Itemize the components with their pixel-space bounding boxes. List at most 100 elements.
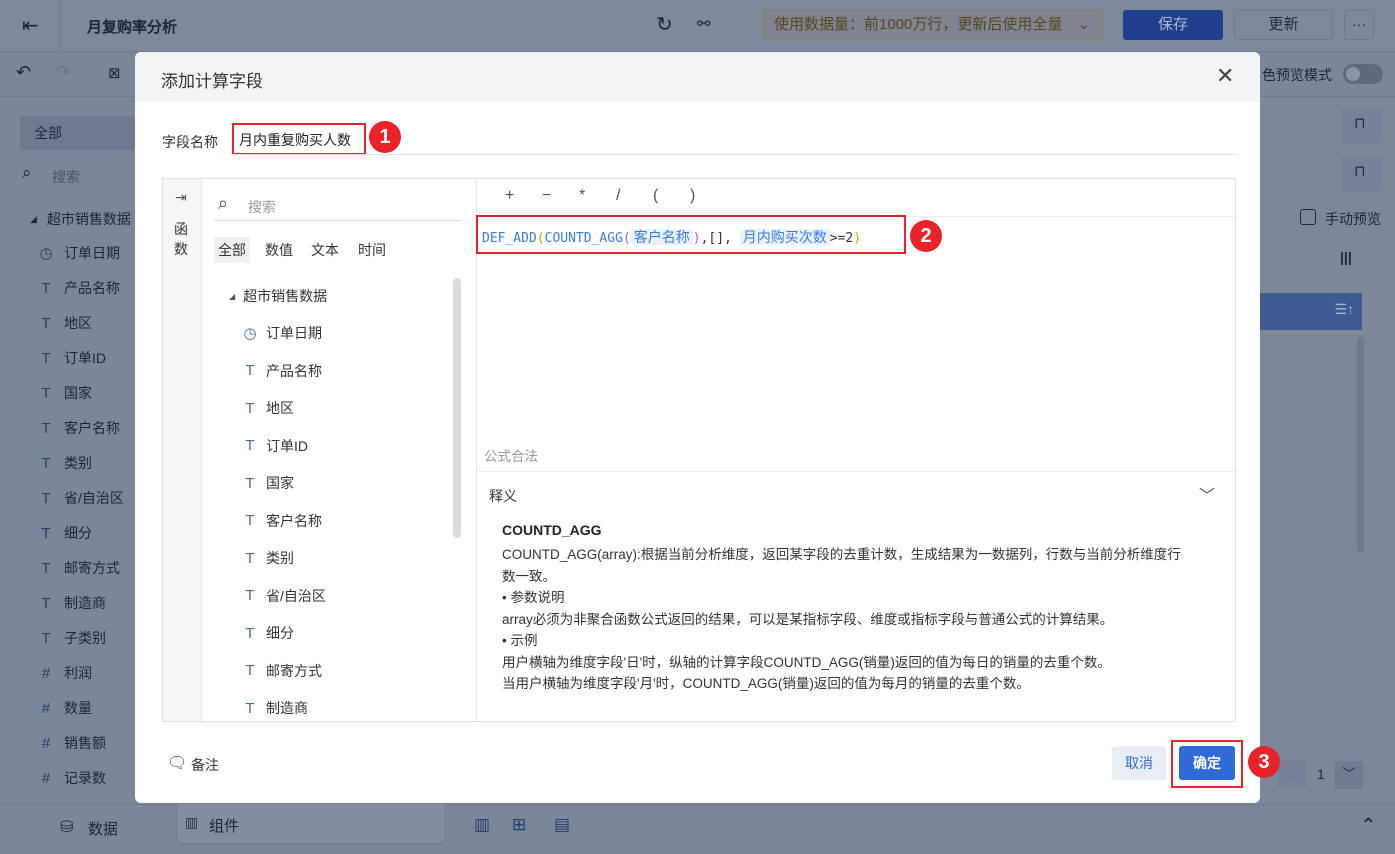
field-item[interactable]: ◷ 订单日期 (242, 323, 322, 343)
data-volume-dropdown[interactable]: 使用数据量：前1000万行，更新后使用全量 ⌄ (763, 10, 1103, 40)
collapse-icon[interactable]: ⌃ (1360, 813, 1377, 838)
field-item[interactable]: T 制造商 (38, 593, 106, 613)
field-list-panel: ⌕ 搜索 全部 数值 文本 时间 ◢ 超市销售数据 ◷ 订单日期 T 产品名称 T 地区 T 订… (202, 179, 477, 721)
filter-tab-all[interactable]: 全部 (214, 237, 250, 263)
field-item[interactable]: T 细分 (38, 523, 92, 543)
page-up-button[interactable]: ︿ (1278, 761, 1306, 789)
filter-tab-number[interactable]: 数值 (261, 237, 297, 263)
text-field-icon: T (245, 699, 255, 717)
field-item[interactable]: T 类别 (242, 548, 294, 568)
filter-tab-time[interactable]: 时间 (354, 237, 390, 263)
note-icon[interactable]: 🗨︎ (167, 753, 187, 773)
database-icon: ⛁ (60, 819, 74, 836)
field-name-input[interactable]: 月内重复购买人数 (232, 123, 366, 155)
field-item[interactable]: T 类别 (38, 453, 92, 473)
field-item[interactable]: # 利润 (38, 663, 92, 683)
field-search-input[interactable]: ⌕ 搜索 (214, 193, 462, 221)
toolbox-button-2[interactable]: ⊓ (1342, 155, 1382, 191)
redo-icon[interactable]: ↷ (56, 62, 71, 83)
field-item[interactable]: T 国家 (38, 383, 92, 403)
table-header-row: ☰↑ (1260, 293, 1362, 330)
sort-icon[interactable]: ☰↑ (1334, 301, 1354, 318)
field-list-scrollbar[interactable] (453, 278, 461, 538)
field-item[interactable]: T 细分 (242, 623, 294, 643)
component-tab[interactable]: ▥ 组件 (176, 804, 446, 844)
field-label: 地区 (266, 400, 294, 416)
search-icon: ⌕ (218, 193, 229, 213)
confirm-button[interactable]: 确定 (1179, 746, 1235, 780)
column-width-icon[interactable]: ||| (1340, 249, 1352, 265)
text-field-icon: T (41, 454, 51, 472)
tab-all[interactable]: 全部 (20, 116, 135, 150)
number-field-icon: # (41, 664, 51, 682)
field-item[interactable]: T 子类别 (38, 628, 106, 648)
operator-button[interactable]: − (542, 187, 551, 205)
right-panel: ⊓ ⊓ 手动预览 ||| ☰↑ ︿ 1 ﹀ (1260, 97, 1395, 804)
operator-button[interactable]: + (505, 187, 514, 205)
operator-button[interactable]: * (579, 187, 585, 205)
add-chart-icon[interactable]: ▥ (474, 815, 490, 835)
field-item[interactable]: T 制造商 (242, 698, 308, 718)
field-item[interactable]: T 客户名称 (38, 418, 120, 438)
field-item[interactable]: T 省/自治区 (242, 586, 325, 606)
field-item[interactable]: # 记录数 (38, 768, 106, 788)
text-field-icon: T (245, 512, 255, 529)
field-label: 细分 (266, 625, 294, 641)
field-item[interactable]: # 数量 (38, 698, 92, 718)
cancel-button[interactable]: 取消 (1112, 746, 1166, 780)
search-input[interactable]: 搜索 (52, 167, 80, 187)
function-tab[interactable]: ⇥ 函数 (163, 179, 202, 721)
operator-button[interactable]: ( (653, 187, 658, 205)
data-tab[interactable]: 数据 (88, 818, 118, 839)
filter-tab-text[interactable]: 文本 (307, 237, 343, 263)
field-item[interactable]: T 省/自治区 (38, 488, 123, 508)
dataset-node[interactable]: ◢ 超市销售数据 (229, 286, 327, 306)
field-item[interactable]: T 产品名称 (38, 278, 120, 298)
add-text-icon[interactable]: ▤ (554, 815, 570, 835)
field-item[interactable]: T 邮寄方式 (242, 661, 322, 681)
field-item[interactable]: T 地区 (38, 313, 92, 333)
preview-mode-label: 色预览模式 (1262, 67, 1332, 83)
field-item[interactable]: # 销售额 (38, 733, 106, 753)
save-button[interactable]: 保存 (1123, 10, 1223, 40)
chart-type-icon[interactable]: ⊠ (108, 64, 121, 82)
operator-button[interactable]: ) (690, 187, 695, 205)
number-field-icon: # (41, 769, 51, 787)
page-down-button[interactable]: ﹀ (1335, 761, 1363, 789)
caret-icon: ◢ (229, 291, 236, 301)
number-field-icon: # (41, 699, 51, 717)
note-button[interactable]: 备注 (191, 755, 219, 775)
field-item[interactable]: T 地区 (242, 398, 294, 418)
formula-status: 公式合法 (484, 449, 538, 464)
formula-editor-box: ⇥ 函数 ⌕ 搜索 全部 数值 文本 时间 ◢ 超市销售数据 ◷ 订单日期 T 产品名称… (162, 178, 1236, 722)
back-icon[interactable]: ⇤ (22, 13, 39, 38)
close-icon[interactable]: ✕ (1216, 63, 1234, 89)
field-item[interactable]: ◷ 订单日期 (38, 243, 120, 263)
field-item[interactable]: T 客户名称 (242, 511, 322, 531)
update-button[interactable]: 更新 (1234, 10, 1333, 40)
expand-icon: ⇥ (175, 189, 187, 205)
refresh-icon[interactable]: ↻ (656, 12, 673, 37)
dataset-node[interactable]: ◢ 超市销售数据 (30, 209, 131, 229)
more-button[interactable]: ··· (1344, 10, 1374, 40)
field-item[interactable]: T 订单ID (38, 348, 106, 368)
lineage-icon[interactable]: ⚯ (697, 14, 710, 34)
field-item[interactable]: T 产品名称 (242, 361, 322, 381)
chevron-down-icon[interactable]: ﹀ (1199, 482, 1215, 506)
dataset-label: 超市销售数据 (46, 211, 131, 227)
field-label: 制造商 (64, 595, 106, 611)
add-layout-icon[interactable]: ⊞ (512, 815, 526, 835)
field-item[interactable]: T 邮寄方式 (38, 558, 120, 578)
preview-mode-toggle[interactable] (1343, 64, 1383, 84)
field-item[interactable]: T 国家 (242, 473, 294, 493)
text-field-icon: T (41, 314, 51, 332)
manual-preview-checkbox[interactable] (1300, 209, 1316, 225)
description-line: • 示例 (502, 633, 538, 648)
toolbox-button-1[interactable]: ⊓ (1342, 107, 1382, 143)
scrollbar[interactable] (1357, 337, 1364, 552)
undo-icon[interactable]: ↶ (16, 62, 31, 83)
operator-button[interactable]: / (616, 187, 620, 205)
data-panel: 全部 ⌕ 搜索 ◢ 超市销售数据 ◷ 订单日期 T 产品名称 T 地区 T 订单ID T 国家 T 客户… (0, 97, 135, 804)
field-item[interactable]: T 订单ID (242, 436, 308, 456)
field-label: 邮寄方式 (266, 662, 322, 679)
